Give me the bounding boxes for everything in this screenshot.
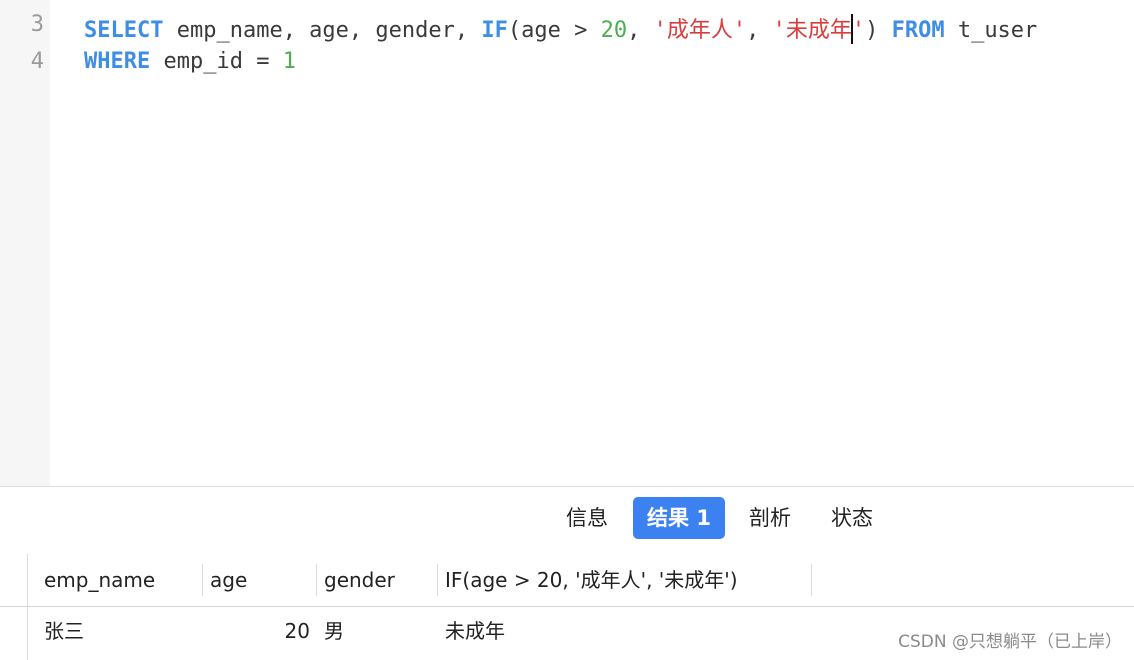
keyword-token: FROM [891,18,945,43]
code-token: t_user [944,18,1038,43]
number-token: 1 [282,49,296,74]
keyword-token: WHERE [84,49,151,74]
divider [0,606,27,607]
column-header-emp-name[interactable]: emp_name [44,562,155,598]
code-token: , [627,18,654,43]
line-number: 3 [30,12,44,37]
code-line-4[interactable]: WHERE emp_id = 1 [84,49,296,74]
cell-if-expression[interactable]: 未成年 [445,613,505,649]
line-number: 4 [30,49,44,74]
sql-editor[interactable]: 3 4 SELECT emp_name, age, gender, IF(age… [0,0,1134,486]
result-tab-bar: 信息 结果 1 剖析 状态 [0,486,1134,555]
tab-profile[interactable]: 剖析 [739,497,801,539]
column-header-gender[interactable]: gender [324,562,395,598]
code-token: ) [865,18,892,43]
cell-age[interactable]: 20 [210,613,310,649]
keyword-token: IF [481,18,508,43]
tab-result-1[interactable]: 结果 1 [633,497,725,539]
column-header-row: emp_name age gender IF(age > 20, '成年人', … [28,554,1134,607]
watermark: CSDN @只想躺平（已上岸） [898,632,1122,652]
column-divider[interactable] [316,564,317,596]
code-token: , [746,18,773,43]
string-token: ' [851,18,866,43]
column-divider[interactable] [437,564,438,596]
string-token: '未成年 [772,18,852,43]
keyword-token: SELECT [84,18,164,43]
cell-gender[interactable]: 男 [324,613,344,649]
number-token: 20 [600,18,628,43]
code-token: (age > [507,18,601,43]
cell-emp-name[interactable]: 张三 [44,613,84,649]
string-token: '成年人' [653,18,747,43]
code-token: emp_id = [150,49,283,74]
row-header-column [0,554,28,660]
column-divider[interactable] [202,564,203,596]
column-header-if-expression[interactable]: IF(age > 20, '成年人', '未成年') [445,562,738,598]
tab-status[interactable]: 状态 [821,497,883,539]
tab-info[interactable]: 信息 [556,497,618,539]
column-header-age[interactable]: age [210,562,247,598]
result-grid: emp_name age gender IF(age > 20, '成年人', … [0,554,1134,660]
column-divider[interactable] [811,564,812,596]
code-line-3[interactable]: SELECT emp_name, age, gender, IF(age > 2… [84,12,1037,44]
code-token: emp_name, age, gender, [163,18,482,43]
